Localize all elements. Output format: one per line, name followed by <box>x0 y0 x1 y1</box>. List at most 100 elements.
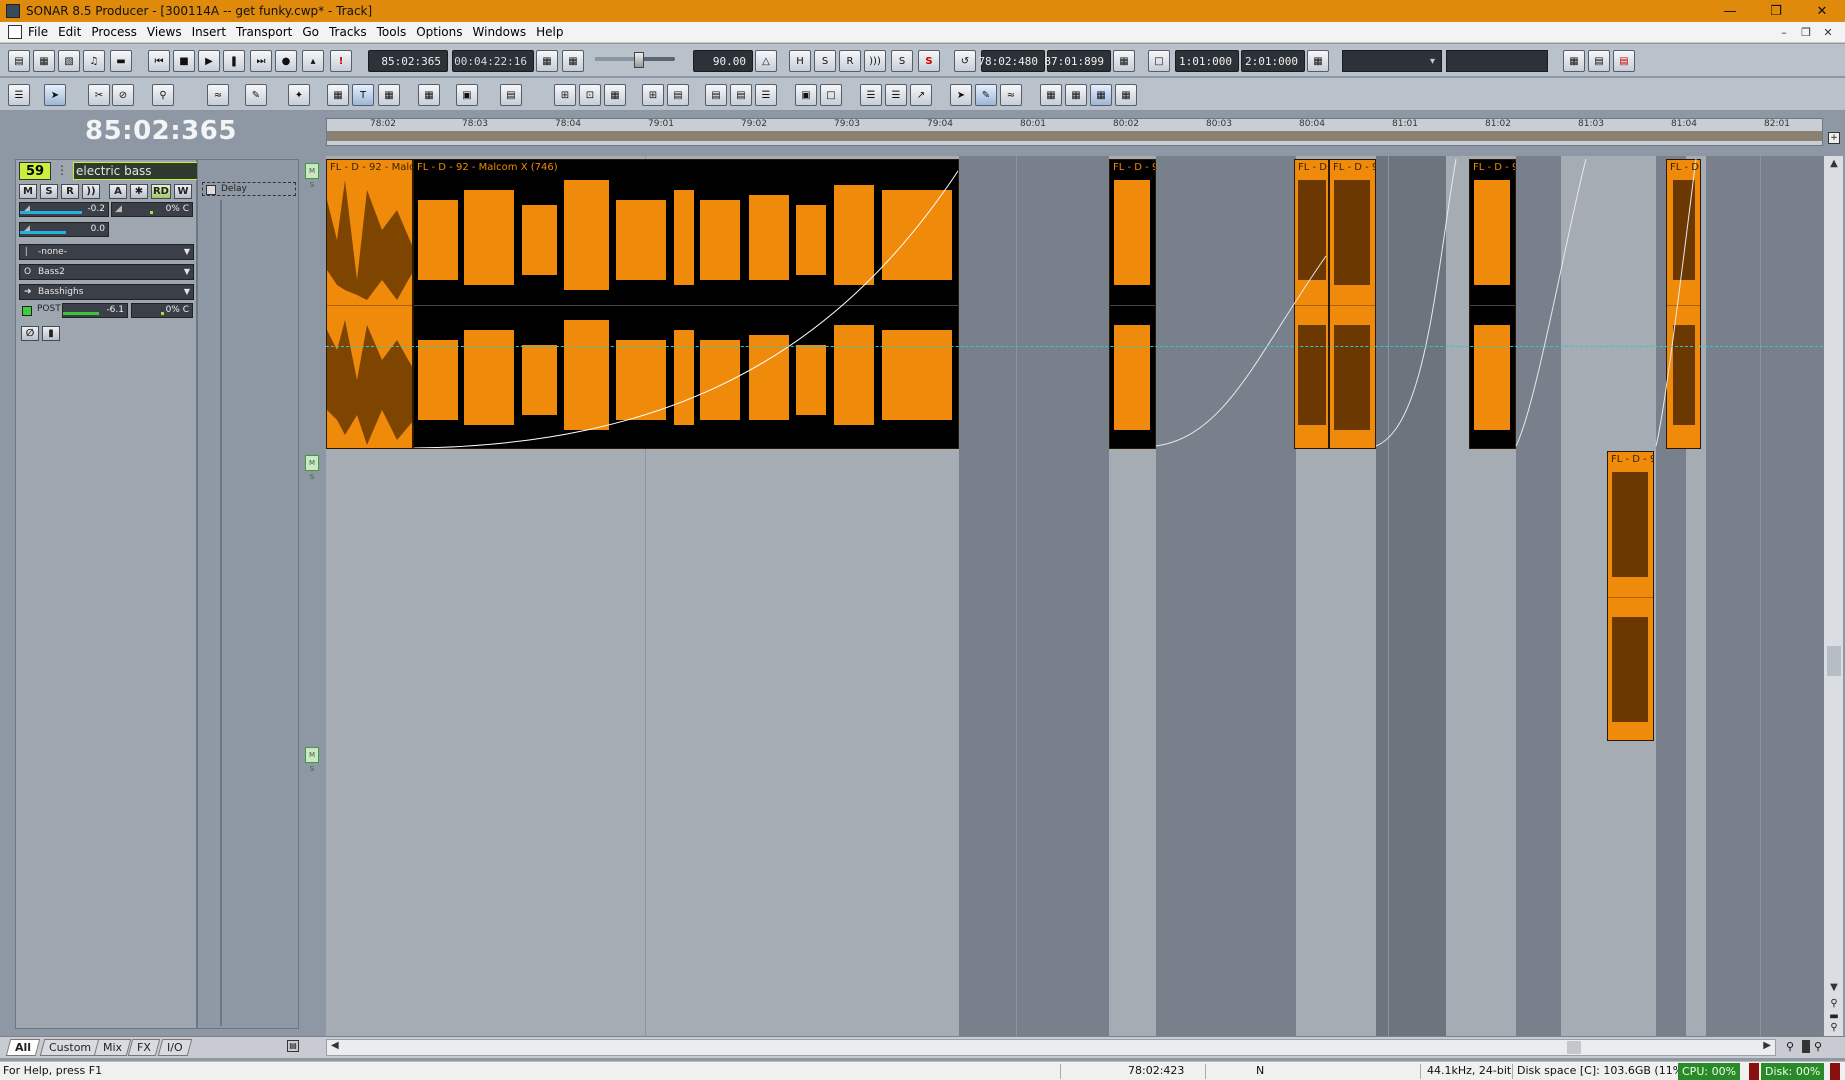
scroll-left-icon[interactable]: ◀ <box>331 1040 339 1051</box>
scroll-down-icon[interactable]: ▼ <box>1824 982 1844 998</box>
grid-tool-icon[interactable]: ▦ <box>378 84 400 106</box>
meter-options-icon[interactable]: ▦ <box>1115 84 1137 106</box>
meter-icon[interactable]: ▦ <box>1040 84 1062 106</box>
menu-insert[interactable]: Insert <box>192 25 234 39</box>
fx-slot-delay[interactable]: Delay <box>202 182 296 196</box>
menu-tools[interactable]: Tools <box>377 25 415 39</box>
menu-help[interactable]: Help <box>536 25 571 39</box>
tempo-tap-icon[interactable]: △ <box>755 50 777 72</box>
metronome-icon[interactable]: ▴ <box>302 50 324 72</box>
interleave-icon[interactable]: ▮ <box>42 326 60 341</box>
marker-prev-icon[interactable]: ▦ <box>1563 50 1585 72</box>
marker-name-field[interactable] <box>1446 50 1548 72</box>
clips-pane[interactable]: FL - D - 92 - Malco FL - D - 92 - Malcom… <box>326 156 1823 1036</box>
h-zoom-out-icon[interactable]: ⚲ <box>1786 1040 1794 1053</box>
loop-start-display[interactable]: 78:02:480 <box>978 50 1045 72</box>
send-selector[interactable]: ➜ Basshighs ▼ <box>19 284 194 300</box>
snap-marker-icon[interactable]: ✦ <box>288 84 310 106</box>
audio-clip[interactable]: FL - D <box>1666 159 1701 449</box>
menu-transport[interactable]: Transport <box>236 25 300 39</box>
loop-explorer-icon[interactable]: ▬ <box>110 50 132 72</box>
mdi-restore-button[interactable]: ❐ <box>1795 22 1817 43</box>
tab-options-icon[interactable]: ▤ <box>287 1040 299 1052</box>
marker-add-icon[interactable]: ▤ <box>1588 50 1610 72</box>
loop-set-icon[interactable]: ▦ <box>1113 50 1135 72</box>
phase-invert-icon[interactable]: ∅ <box>21 326 39 341</box>
scroll-right-icon[interactable]: ▶ <box>1763 1040 1771 1051</box>
input-echo-button[interactable]: )) <box>82 184 100 199</box>
audio-clip[interactable]: FL - D - 9 <box>1109 159 1156 449</box>
document-icon[interactable] <box>8 25 22 39</box>
menu-options[interactable]: Options <box>416 25 470 39</box>
list-view-icon[interactable]: ☰ <box>860 84 882 106</box>
pan-slider[interactable]: ◢ 0% C <box>111 202 193 217</box>
rewind-icon[interactable]: ⏮ <box>148 50 170 72</box>
select-tool-icon[interactable]: ➤ <box>44 84 66 106</box>
loop-toggle-icon[interactable]: ↺ <box>954 50 976 72</box>
mdi-close-button[interactable]: ✕ <box>1817 22 1839 43</box>
snap-grid-icon[interactable]: ▦ <box>418 84 440 106</box>
close-button[interactable]: ✕ <box>1799 0 1845 22</box>
solo-button[interactable]: S <box>40 184 58 199</box>
split-tool-icon[interactable]: ✂ <box>88 84 110 106</box>
region-edit-icon[interactable]: □ <box>820 84 842 106</box>
text-tool-icon[interactable]: T <box>352 84 374 106</box>
ms-toggle-icon[interactable]: M S <box>305 163 319 189</box>
piano-roll-icon[interactable]: ▧ <box>58 50 80 72</box>
auto-crossfade-icon[interactable]: ▦ <box>327 84 349 106</box>
record-icon[interactable]: ● <box>275 50 297 72</box>
automation-read-icon[interactable]: ➤ <box>950 84 972 106</box>
loop-end-display[interactable]: 87:01:899 <box>1044 50 1111 72</box>
ms-toggle-icon[interactable]: M S <box>305 455 319 481</box>
spectrum-icon[interactable]: ▦ <box>1065 84 1087 106</box>
envelope-show-icon[interactable]: ↗ <box>910 84 932 106</box>
layers-icon[interactable]: ▤ <box>500 84 522 106</box>
audio-clip[interactable]: FL - D - 9 <box>1607 451 1654 741</box>
input-selector[interactable]: ∣ -none- ▼ <box>19 244 194 260</box>
r-icon[interactable]: R <box>839 50 861 72</box>
punch-set-icon[interactable]: ▦ <box>1307 50 1329 72</box>
mdi-minimize-button[interactable]: – <box>1773 22 1795 43</box>
track-number[interactable]: 59 <box>19 162 51 180</box>
audio-clip[interactable]: FL - D - 92 - Malco <box>326 159 413 449</box>
zoom-tool-icon[interactable]: ⚲ <box>152 84 174 106</box>
punch-end-display[interactable]: 2:01:000 <box>1241 50 1305 72</box>
audio-clip[interactable]: FL - D <box>1294 159 1329 449</box>
vertical-scroll-thumb[interactable] <box>1827 646 1841 676</box>
menu-tracks[interactable]: Tracks <box>329 25 375 39</box>
menu-windows[interactable]: Windows <box>473 25 535 39</box>
vertical-scrollbar[interactable]: ▲ ▼ ⚲ ▬ ⚲ <box>1823 156 1843 1036</box>
volume-slider[interactable]: ◢ -0.2 <box>19 202 109 217</box>
echo-icon[interactable]: ))) <box>864 50 886 72</box>
freeze-button[interactable]: ✱ <box>130 184 148 199</box>
track-list-icon[interactable]: ☰ <box>8 84 30 106</box>
horizontal-scrollbar[interactable]: ◀ ▶ <box>326 1039 1776 1056</box>
view-mode-icon[interactable]: ▣ <box>456 84 478 106</box>
menu-file[interactable]: File <box>28 25 56 39</box>
show-tracks-icon[interactable]: ▤ <box>730 84 752 106</box>
menu-views[interactable]: Views <box>147 25 190 39</box>
show-list-icon[interactable]: ☰ <box>755 84 777 106</box>
punch-toggle-icon[interactable]: □ <box>1148 50 1170 72</box>
fit-tracks-icon[interactable]: ⊞ <box>642 84 664 106</box>
go-to-end-icon[interactable]: ⏭ <box>250 50 272 72</box>
show-clips-icon[interactable]: ▤ <box>705 84 727 106</box>
audio-clip[interactable]: FL - D - 9 <box>1469 159 1516 449</box>
fit-project-icon[interactable]: ▤ <box>667 84 689 106</box>
tab-mix[interactable]: Mix <box>93 1039 132 1056</box>
h-icon[interactable]: H <box>789 50 811 72</box>
outline-view-icon[interactable]: ☰ <box>885 84 907 106</box>
scroll-up-icon[interactable]: ▲ <box>1824 158 1844 174</box>
s-icon[interactable]: S <box>814 50 836 72</box>
tab-custom[interactable]: Custom <box>39 1039 101 1056</box>
track-strip[interactable]: 59 ⋮ electric bass M S R )) A ✱ RD W ◢ -… <box>15 159 235 1029</box>
track-view-icon[interactable]: ▤ <box>8 50 30 72</box>
envelope-tool-icon[interactable]: ≈ <box>207 84 229 106</box>
stop-icon[interactable]: ■ <box>173 50 195 72</box>
panic-icon[interactable]: ! <box>330 50 352 72</box>
meter-peak-icon[interactable]: ▦ <box>1090 84 1112 106</box>
smpte-time-display[interactable]: 00:04:22:16 <box>452 50 534 72</box>
output-selector[interactable]: O Bass2 ▼ <box>19 264 194 280</box>
marker-delete-icon[interactable]: ▤ <box>1613 50 1635 72</box>
audio-clip[interactable]: FL - D - 92 - Malcom X (746) <box>413 159 959 449</box>
